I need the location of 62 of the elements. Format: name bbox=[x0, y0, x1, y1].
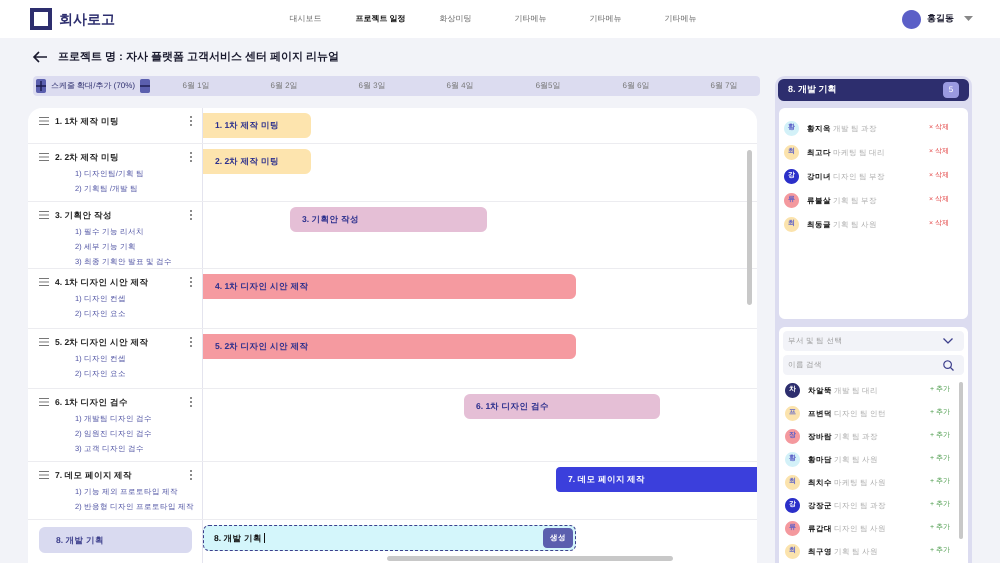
logo-text: 회사로고 bbox=[59, 10, 115, 28]
more-icon[interactable] bbox=[189, 152, 192, 162]
more-icon[interactable] bbox=[189, 116, 192, 126]
project-title: 프로젝트 명 : 자사 플랫폼 고객서비스 센터 페이지 리뉴얼 bbox=[58, 50, 340, 65]
task-title[interactable]: 4. 1차 디자인 시안 제작 bbox=[55, 276, 148, 289]
user-avatar[interactable] bbox=[902, 10, 921, 28]
task-bar[interactable]: 4. 1차 디자인 시안 제작 bbox=[203, 274, 576, 299]
member-count: 5 bbox=[943, 82, 959, 98]
input-value: 8. 개발 기획 bbox=[214, 532, 262, 544]
task-title[interactable]: 6. 1차 디자인 검수 bbox=[55, 396, 128, 409]
nav-tab[interactable]: 기타메뉴 bbox=[643, 13, 718, 25]
user-name[interactable]: 홍길동 bbox=[927, 12, 954, 26]
more-icon[interactable] bbox=[189, 210, 192, 220]
task-title[interactable]: 3. 기획안 작성 bbox=[55, 209, 112, 222]
chevron-down-icon bbox=[943, 338, 953, 344]
back-arrow-icon[interactable] bbox=[32, 51, 48, 63]
drag-handle-icon[interactable] bbox=[39, 398, 49, 406]
caret-icon[interactable] bbox=[964, 16, 973, 22]
nav-tab[interactable]: 기타메뉴 bbox=[568, 13, 643, 25]
nav-tab[interactable]: 화상미팅 bbox=[418, 13, 493, 25]
drag-handle-icon[interactable] bbox=[39, 338, 49, 346]
more-icon[interactable] bbox=[189, 397, 192, 408]
drag-handle-icon[interactable] bbox=[39, 211, 49, 220]
task-bar[interactable]: 6. 1차 디자인 검수 bbox=[464, 394, 660, 419]
drag-handle-icon[interactable] bbox=[39, 471, 49, 480]
more-icon[interactable] bbox=[189, 470, 192, 480]
plus-icon bbox=[36, 81, 46, 91]
task-bar[interactable]: 2. 2차 제작 미팅 bbox=[203, 149, 311, 174]
day-label: 6월5일 bbox=[536, 80, 560, 92]
zoom-label: 스케줄 확대/추가 (70%) bbox=[51, 80, 136, 92]
drag-handle-icon[interactable] bbox=[39, 153, 49, 162]
day-label: 6월 4일 bbox=[446, 80, 474, 92]
day-label: 6월 3일 bbox=[358, 80, 386, 92]
search-icon[interactable] bbox=[943, 360, 954, 370]
vertical-scrollbar[interactable] bbox=[747, 150, 752, 305]
drag-handle-icon[interactable] bbox=[39, 117, 49, 126]
zoom-in-button[interactable] bbox=[36, 79, 46, 93]
nav-tab[interactable]: 프로젝트 일정 bbox=[343, 13, 418, 25]
drag-handle-icon[interactable] bbox=[39, 278, 49, 286]
task-title[interactable]: 7. 데모 페이지 제작 bbox=[55, 469, 132, 482]
task-item[interactable]: 8. 개발 기획 bbox=[39, 527, 192, 553]
more-icon[interactable] bbox=[189, 337, 192, 348]
text-cursor bbox=[264, 533, 265, 543]
day-label: 6월 7일 bbox=[710, 80, 738, 92]
team-title: 8. 개발 기획 bbox=[788, 83, 837, 96]
day-label: 6월 2일 bbox=[270, 80, 298, 92]
task-bar[interactable]: 7. 데모 페이지 제작 bbox=[556, 467, 757, 492]
task-bar[interactable]: 1. 1차 제작 미팅 bbox=[203, 113, 311, 138]
list-scrollbar[interactable] bbox=[959, 382, 963, 539]
task-title[interactable]: 2. 2차 제작 미팅 bbox=[55, 151, 119, 164]
task-bar[interactable]: 5. 2차 디자인 시안 제작 bbox=[203, 334, 576, 359]
task-bar[interactable]: 3. 기획안 작성 bbox=[290, 207, 487, 232]
day-label: 6월 1일 bbox=[182, 80, 210, 92]
logo-icon bbox=[30, 8, 52, 30]
task-title[interactable]: 1. 1차 제작 미팅 bbox=[55, 115, 119, 128]
horizontal-scrollbar[interactable] bbox=[387, 556, 673, 561]
nav-tab[interactable]: 기타메뉴 bbox=[493, 13, 568, 25]
task-title[interactable]: 5. 2차 디자인 시안 제작 bbox=[55, 336, 148, 349]
more-icon[interactable] bbox=[189, 277, 192, 288]
day-label: 6월 6일 bbox=[622, 80, 650, 92]
nav-tab[interactable]: 대시보드 bbox=[268, 13, 343, 25]
zoom-out-button[interactable] bbox=[140, 79, 150, 93]
